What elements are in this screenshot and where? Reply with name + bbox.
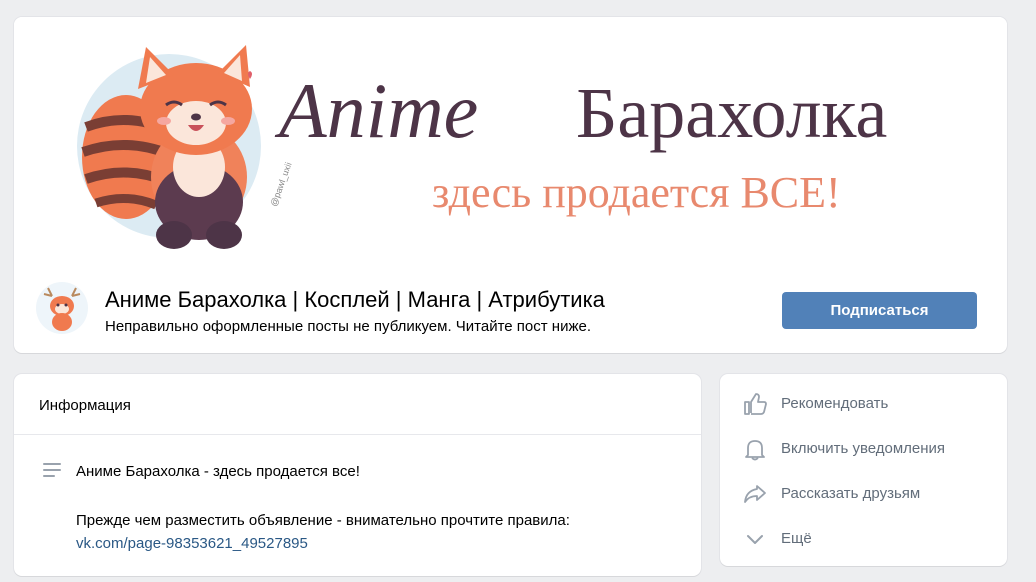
share-arrow-icon [744, 485, 766, 503]
text-lines-icon [43, 463, 61, 477]
group-title: Аниме Барахолка | Косплей | Манга | Атри… [105, 287, 605, 312]
info-card: Информация Аниме Барахолка - здесь прода… [14, 374, 701, 576]
cover-title-word1: Anime [274, 67, 478, 154]
info-description: Аниме Барахолка - здесь продается все! [76, 463, 360, 480]
action-label: Рассказать друзьям [781, 485, 921, 502]
cover-art: @pawl_uxii Anime Барахолка здесь продает… [77, 45, 887, 249]
group-header-card: @pawl_uxii Anime Барахолка здесь продает… [14, 17, 1007, 353]
info-title: Информация [39, 397, 131, 414]
share-action[interactable]: Рассказать друзьям [720, 471, 1007, 516]
avatar-image [36, 282, 88, 334]
info-rules-text: Прежде чем разместить объявление - внима… [76, 512, 570, 529]
actions-card: Рекомендовать Включить уведомления Расск… [720, 374, 1007, 566]
thumbs-up-icon [744, 393, 767, 415]
more-action[interactable]: Ещё [720, 516, 1007, 561]
chevron-down-icon [747, 535, 763, 544]
recommend-action[interactable]: Рекомендовать [720, 381, 1007, 426]
notifications-action[interactable]: Включить уведомления [720, 426, 1007, 471]
divider [14, 434, 701, 435]
action-label: Ещё [781, 530, 812, 547]
action-label: Рекомендовать [781, 395, 889, 412]
group-avatar[interactable] [36, 282, 88, 334]
bell-icon [745, 440, 765, 461]
action-label: Включить уведомления [781, 440, 946, 457]
svg-text:@pawl_uxii: @pawl_uxii [268, 161, 293, 208]
subscribe-button[interactable]: Подписаться [782, 292, 977, 329]
cover-tagline: здесь продается ВСЕ! [432, 168, 841, 217]
cover-title-word2: Барахолка [576, 73, 887, 153]
group-status: Неправильно оформленные посты не публику… [105, 318, 592, 335]
cover-image[interactable]: @pawl_uxii Anime Барахолка здесь продает… [14, 17, 1007, 267]
rules-link[interactable]: vk.com/page-98353621_49527895 [76, 535, 308, 552]
